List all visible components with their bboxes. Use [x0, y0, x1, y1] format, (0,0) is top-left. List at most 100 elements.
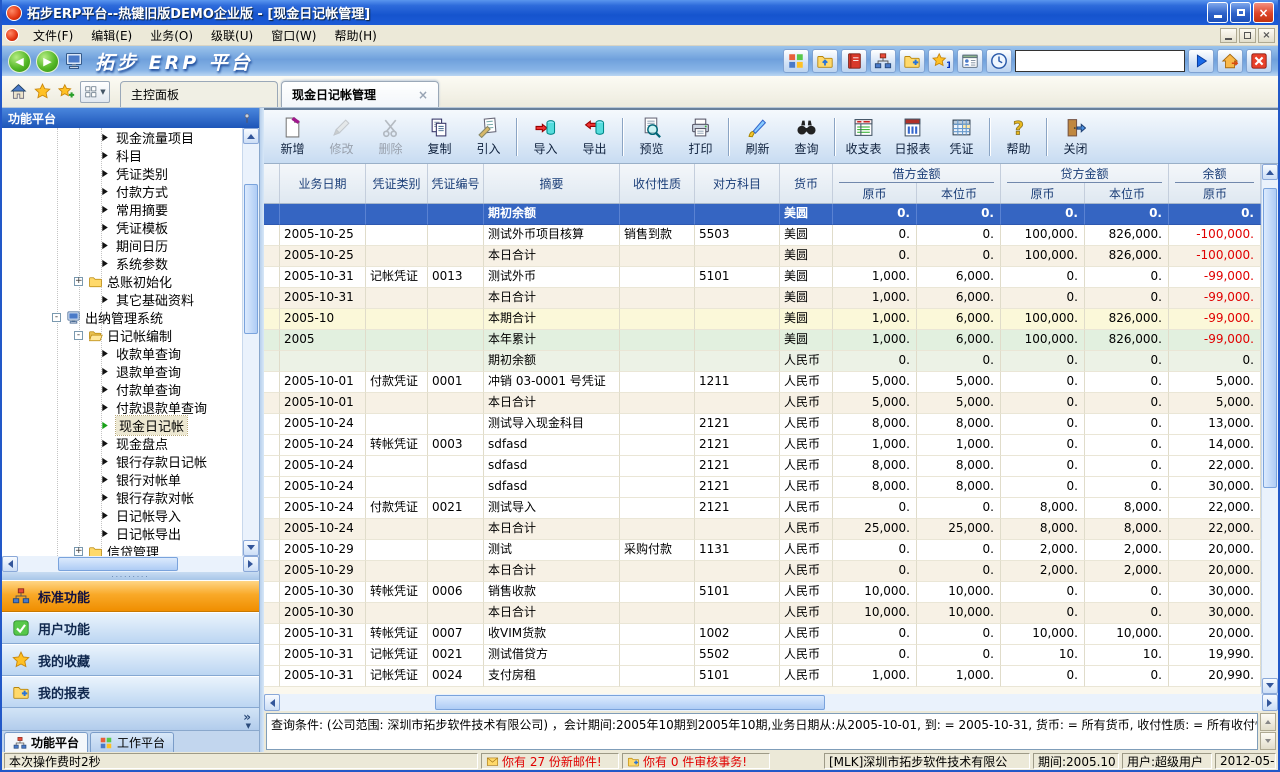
close-button[interactable]: × — [1253, 2, 1274, 23]
nav-search-input[interactable] — [1015, 50, 1185, 72]
tree-item-凭证模板[interactable]: 凭证模板 — [2, 218, 242, 236]
tree-item-日记帐导入[interactable]: 日记帐导入 — [2, 506, 242, 524]
tree-item-现金日记帐[interactable]: 现金日记帐 — [2, 416, 242, 434]
tree-item-银行存款日记帐[interactable]: 银行存款日记帐 — [2, 452, 242, 470]
clock-icon[interactable] — [986, 49, 1012, 73]
table-row[interactable]: 2005-10-01付款凭证0001冲销 03-0001 号凭证1211人民币5… — [264, 372, 1261, 393]
menu-文件(F)[interactable]: 文件(F) — [24, 27, 82, 45]
scroll-left-button[interactable] — [264, 694, 280, 711]
sidebar-button-用户功能[interactable]: 用户功能 — [2, 612, 259, 644]
query-scroll-up-button[interactable] — [1260, 713, 1276, 731]
table-row[interactable]: 期初余额人民币0.0.0.0.0. — [264, 351, 1261, 372]
tree-item-常用摘要[interactable]: 常用摘要 — [2, 200, 242, 218]
table-row[interactable]: 期初余额美圆0.0.0.0.0. — [264, 204, 1261, 225]
toolbar-button-帮助[interactable]: ?帮助 — [994, 112, 1043, 162]
column-header-余额-原币[interactable]: 原币 — [1169, 183, 1261, 203]
tree-item-出纳管理系统[interactable]: -出纳管理系统 — [2, 308, 242, 326]
scroll-right-button[interactable] — [243, 556, 259, 572]
scroll-right-button[interactable] — [1262, 694, 1278, 711]
table-row[interactable]: 2005-10-24sdfasd2121人民币8,000.8,000.0.0.2… — [264, 456, 1261, 477]
column-header-摘要[interactable]: 摘要 — [484, 164, 620, 203]
scroll-thumb[interactable] — [1263, 188, 1277, 488]
tree-item-付款方式[interactable]: 付款方式 — [2, 182, 242, 200]
table-vertical-scrollbar[interactable] — [1261, 164, 1278, 694]
status-mail-notice[interactable]: 你有 27 份新邮件! — [481, 753, 619, 769]
sidebar-button-标准功能[interactable]: 标准功能 — [2, 580, 259, 612]
expand-plus-icon[interactable]: + — [74, 277, 83, 286]
table-row[interactable]: 2005-10-24sdfasd2121人民币8,000.8,000.0.0.3… — [264, 477, 1261, 498]
go-icon[interactable] — [1188, 49, 1214, 73]
tree-item-现金盘点[interactable]: 现金盘点 — [2, 434, 242, 452]
column-header-收付性质[interactable]: 收付性质 — [620, 164, 695, 203]
toolbar-button-预览[interactable]: 预览 — [627, 112, 676, 162]
table-row[interactable]: 2005-10-25测试外币项目核算销售到款5503美圆0.0.100,000.… — [264, 225, 1261, 246]
add-favorite-icon[interactable] — [56, 82, 76, 102]
table-row[interactable]: 2005-10-29本日合计人民币0.0.2,000.2,000.20,000. — [264, 561, 1261, 582]
column-header-借方金额-本位币[interactable]: 本位币 — [917, 183, 1001, 203]
table-row[interactable]: 2005-10-31记帐凭证0021测试借贷方5502人民币0.0.10.10.… — [264, 645, 1261, 666]
toolbar-button-收支表[interactable]: 收支表 — [839, 112, 888, 162]
tree-item-其它基础资料[interactable]: 其它基础资料 — [2, 290, 242, 308]
table-row[interactable]: 2005-10-31本日合计美圆1,000.6,000.0.0.-99,000. — [264, 288, 1261, 309]
tree-item-日记帐导出[interactable]: 日记帐导出 — [2, 524, 242, 542]
tree-item-退款单查询[interactable]: 退款单查询 — [2, 362, 242, 380]
pin-icon[interactable] — [241, 112, 253, 124]
folder-up-icon[interactable] — [812, 49, 838, 73]
sidebar-button-我的报表[interactable]: 我的报表 — [2, 676, 259, 708]
scroll-left-button[interactable] — [2, 556, 18, 572]
tree-item-系统参数[interactable]: 系统参数 — [2, 254, 242, 272]
column-header-贷方金额-本位币[interactable]: 本位币 — [1085, 183, 1169, 203]
scroll-thumb[interactable] — [435, 695, 825, 710]
table-row[interactable]: 2005-10-24本日合计人民币25,000.25,000.8,000.8,0… — [264, 519, 1261, 540]
forward-button[interactable]: ▶ — [36, 50, 59, 73]
toolbar-button-打印[interactable]: 打印 — [676, 112, 725, 162]
mdi-minimize-button[interactable] — [1220, 28, 1237, 43]
column-header-凭证类别[interactable]: 凭证类别 — [366, 164, 428, 203]
tree-item-日记帐编制[interactable]: -日记帐编制 — [2, 326, 242, 344]
restore-button[interactable] — [1230, 2, 1251, 23]
toolbar-button-复制[interactable]: 复制 — [415, 112, 464, 162]
menu-业务(O)[interactable]: 业务(O) — [141, 27, 202, 45]
table-row[interactable]: 2005-10-24付款凭证0021测试导入2121人民币0.0.8,000.8… — [264, 498, 1261, 519]
column-header-贷方金额-原币[interactable]: 原币 — [1001, 183, 1085, 203]
column-header-凭证编号[interactable]: 凭证编号 — [428, 164, 484, 203]
org-chart-icon[interactable] — [870, 49, 896, 73]
tree-item-科目[interactable]: 科目 — [2, 146, 242, 164]
query-scroll-down-button[interactable] — [1260, 732, 1276, 750]
collapse-minus-icon[interactable]: - — [52, 313, 61, 322]
column-header-业务日期[interactable]: 业务日期 — [280, 164, 366, 203]
table-row[interactable]: 2005-10-30转帐凭证0006销售收款5101人民币10,000.10,0… — [264, 582, 1261, 603]
scroll-thumb[interactable] — [58, 557, 178, 571]
table-row[interactable]: 2005-10-31记帐凭证0013测试外币5101美圆1,000.6,000.… — [264, 267, 1261, 288]
tree-item-总账初始化[interactable]: +总账初始化 — [2, 272, 242, 290]
toolbar-button-日报表[interactable]: 日报表 — [888, 112, 937, 162]
scroll-thumb[interactable] — [244, 184, 258, 334]
scroll-up-button[interactable] — [1262, 164, 1278, 180]
tree-item-付款退款单查询[interactable]: 付款退款单查询 — [2, 398, 242, 416]
table-row[interactable]: 2005-10-25本日合计美圆0.0.100,000.826,000.-100… — [264, 246, 1261, 267]
modules-icon[interactable] — [783, 49, 809, 73]
table-row[interactable]: 2005-10-31记帐凭证0024支付房租5101人民币1,000.1,000… — [264, 666, 1261, 687]
tree-item-信贷管理[interactable]: +信贷管理 — [2, 542, 242, 556]
tab-现金日记帐管理[interactable]: 现金日记帐管理× — [281, 81, 439, 107]
toolbar-button-导入[interactable]: 导入 — [521, 112, 570, 162]
sidebar-button-我的收藏[interactable]: 我的收藏 — [2, 644, 259, 676]
sidebar-splitter-handle[interactable]: ......... — [2, 572, 259, 580]
sidebar-more-chevron[interactable]: »▼ — [2, 708, 259, 730]
column-header-对方科目[interactable]: 对方科目 — [695, 164, 780, 203]
tree-item-付款单查询[interactable]: 付款单查询 — [2, 380, 242, 398]
contacts-icon[interactable] — [957, 49, 983, 73]
toolbar-button-导出[interactable]: 导出 — [570, 112, 619, 162]
tab-close-icon[interactable]: × — [410, 88, 428, 102]
red-book-icon[interactable] — [841, 49, 867, 73]
table-row[interactable]: 2005-10-30本日合计人民币10,000.10,000.0.0.30,00… — [264, 603, 1261, 624]
table-row[interactable]: 2005-10-31转帐凭证0007收VIM货款1002人民币0.0.10,00… — [264, 624, 1261, 645]
favorites-star-icon[interactable] — [32, 82, 52, 102]
scroll-up-button[interactable] — [243, 128, 259, 144]
star-one-icon[interactable]: 1 — [928, 49, 954, 73]
mdi-close-button[interactable]: × — [1258, 28, 1275, 43]
tree-horizontal-scrollbar[interactable] — [2, 556, 259, 572]
toolbar-button-查询[interactable]: 查询 — [782, 112, 831, 162]
tree-item-凭证类别[interactable]: 凭证类别 — [2, 164, 242, 182]
toolbar-button-新增[interactable]: 新增 — [268, 112, 317, 162]
